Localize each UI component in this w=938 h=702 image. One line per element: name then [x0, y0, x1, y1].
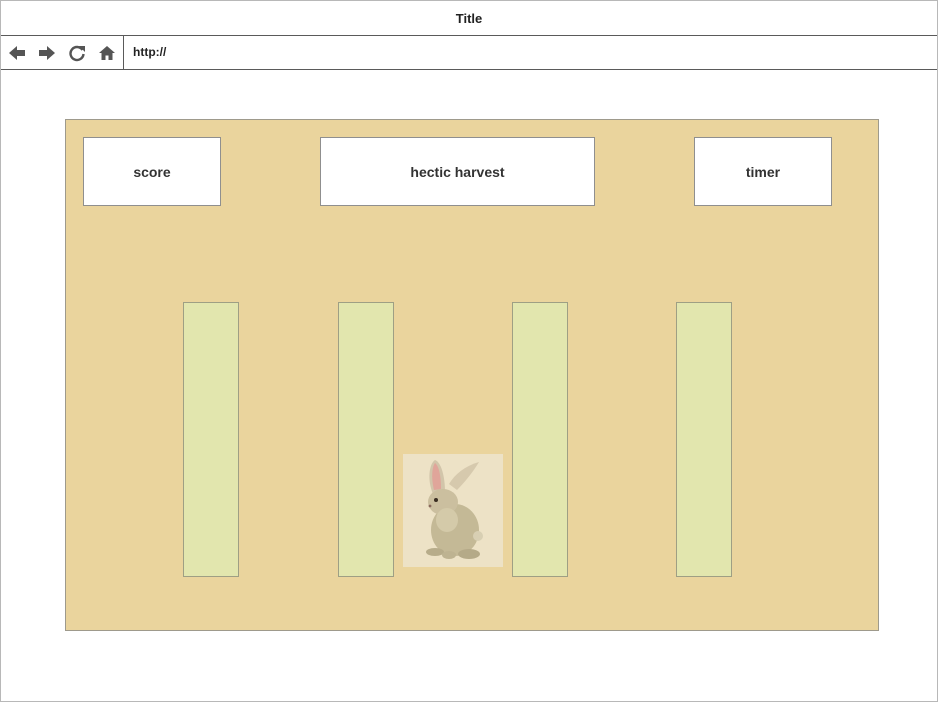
nav-button-group [1, 36, 124, 69]
rabbit-character[interactable] [403, 454, 503, 567]
score-panel: score [83, 137, 221, 206]
garden-plot-4[interactable] [676, 302, 732, 577]
arrow-left-icon[interactable] [8, 44, 26, 62]
garden-plot-3[interactable] [512, 302, 568, 577]
arrow-right-icon[interactable] [38, 44, 56, 62]
game-area: score hectic harvest timer [65, 119, 879, 631]
browser-navbar: http:// [1, 36, 937, 70]
score-label: score [133, 163, 171, 180]
game-title-panel: hectic harvest [320, 137, 595, 206]
browser-window: Title http:// score hectic harvest timer [0, 0, 938, 702]
window-title: Title [455, 10, 483, 26]
garden-plot-2[interactable] [338, 302, 394, 577]
window-titlebar: Title [1, 1, 937, 36]
home-icon[interactable] [98, 44, 116, 62]
rabbit-icon [426, 460, 483, 559]
address-bar-url[interactable]: http:// [133, 45, 166, 59]
refresh-icon[interactable] [68, 44, 86, 62]
timer-panel: timer [694, 137, 832, 206]
game-title: hectic harvest [410, 163, 505, 180]
timer-label: timer [745, 163, 781, 180]
garden-plot-1[interactable] [183, 302, 239, 577]
